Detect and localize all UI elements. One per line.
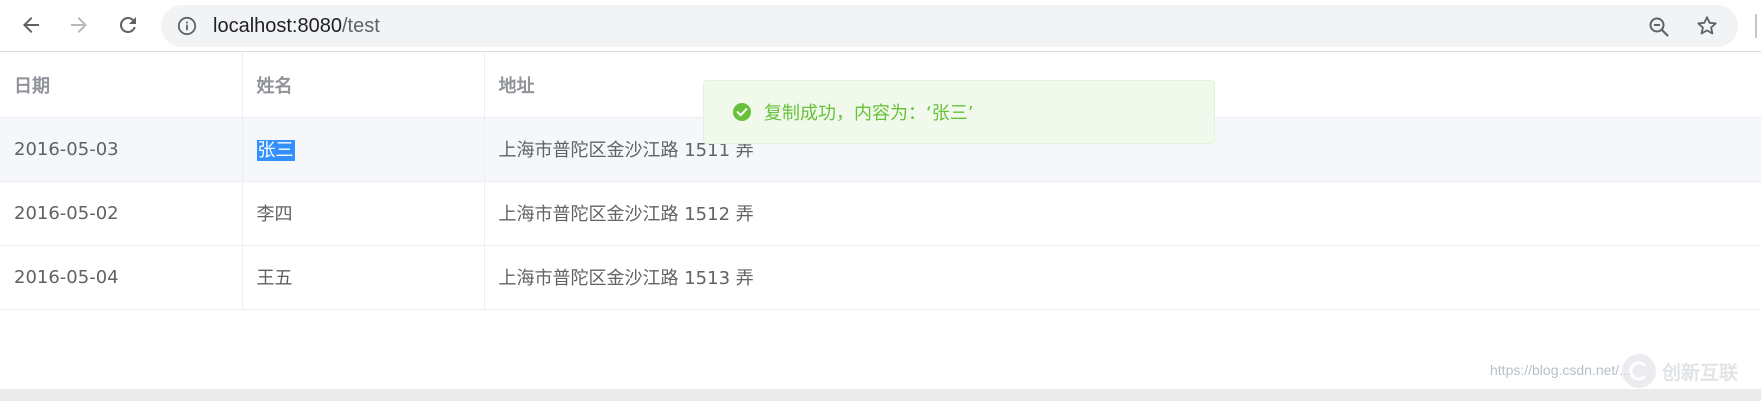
arrow-left-icon — [23, 17, 39, 33]
header-date: 日期 — [0, 53, 242, 118]
cell-name[interactable]: 王五 — [241, 245, 484, 310]
table-row[interactable]: 2016-05-02 李四 上海市普陀区金沙江路 1512 弄 — [0, 181, 1761, 246]
url-path: /test — [341, 15, 380, 37]
selected-name-text[interactable]: 张三 — [256, 140, 295, 161]
watermark-logo: 创新互联 — [1622, 354, 1738, 388]
address-bar[interactable]: localhost:8080/test — [161, 5, 1738, 47]
reload-button[interactable] — [111, 8, 145, 42]
reload-icon — [119, 16, 136, 33]
logo-text: 创新互联 — [1662, 361, 1739, 384]
cell-name[interactable]: 李四 — [241, 181, 484, 246]
cell-address[interactable]: 上海市普陀区金沙江路 1512 弄 — [483, 181, 1761, 246]
cell-date[interactable]: 2016-05-02 — [0, 181, 242, 246]
star-icon[interactable] — [1695, 14, 1719, 38]
logo-icon — [1622, 354, 1656, 388]
header-name: 姓名 — [241, 53, 484, 118]
forward-button[interactable] — [62, 8, 96, 42]
table-row[interactable]: 2016-05-04 王五 上海市普陀区金沙江路 1513 弄 — [0, 245, 1761, 310]
toolbar-divider — [1755, 14, 1757, 38]
cell-name[interactable]: 张三 — [241, 117, 484, 182]
zoom-out-icon[interactable] — [1647, 15, 1671, 39]
success-toast: 复制成功，内容为：‘张三’ — [703, 80, 1215, 144]
cell-date[interactable]: 2016-05-04 — [0, 245, 242, 310]
url-host: localhost:8080 — [213, 15, 342, 37]
watermark-url: https://blog.csdn.net/... — [1490, 362, 1631, 378]
browser-toolbar: localhost:8080/test — [0, 0, 1761, 52]
check-circle-icon — [733, 103, 751, 121]
arrow-right-icon — [71, 17, 87, 33]
horizontal-scrollbar[interactable] — [0, 389, 1761, 401]
url-text[interactable]: localhost:8080/test — [213, 5, 380, 47]
toast-message: 复制成功，内容为：‘张三’ — [764, 103, 974, 124]
back-button[interactable] — [14, 8, 48, 42]
cell-address[interactable]: 上海市普陀区金沙江路 1513 弄 — [483, 245, 1761, 310]
cell-date[interactable]: 2016-05-03 — [0, 117, 242, 182]
info-icon[interactable] — [177, 16, 197, 36]
